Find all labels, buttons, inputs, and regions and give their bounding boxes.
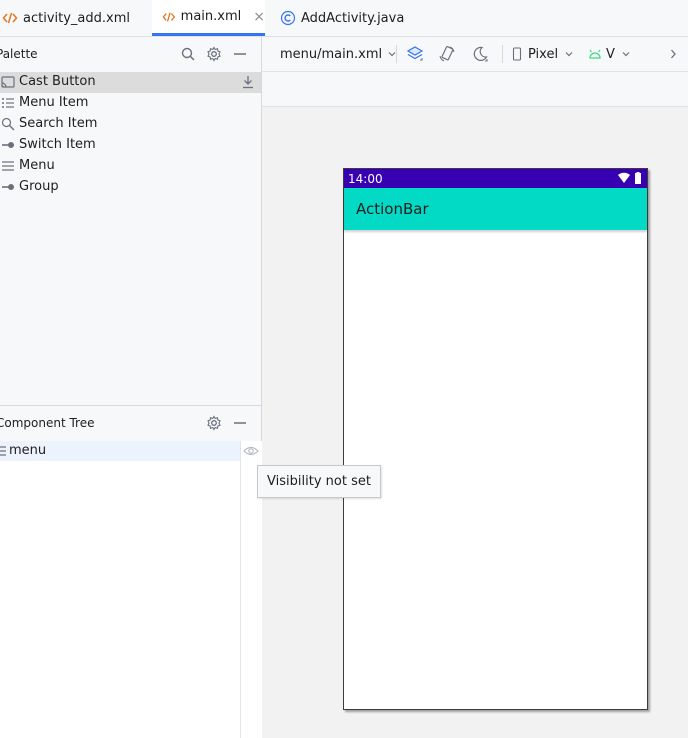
palette-item-label: Switch Item — [19, 137, 96, 152]
switch-item-icon — [2, 142, 14, 148]
palette-item-search-item[interactable]: Search Item — [0, 114, 261, 135]
file-selector[interactable]: menu/main.xml — [280, 37, 397, 71]
toolbar-overflow-button[interactable] — [668, 37, 678, 71]
component-tree: menu — [0, 441, 262, 738]
device-status-bar: 14:00 — [344, 169, 647, 188]
palette-item-group[interactable]: Group — [0, 177, 261, 198]
editor-tab-bar: activity_add.xml main.xml × AddActivity.… — [0, 0, 688, 37]
design-surface-button[interactable] — [406, 37, 424, 71]
component-tree-header: Component Tree — [0, 406, 261, 440]
tab-label: main.xml — [180, 9, 242, 24]
java-class-icon — [280, 10, 296, 26]
palette-item-switch-item[interactable]: Switch Item — [0, 135, 261, 156]
palette-item-label: Menu — [19, 158, 55, 173]
tree-node-menu[interactable]: menu — [0, 441, 240, 461]
tooltip-text: Visibility not set — [267, 474, 371, 489]
moon-icon — [473, 46, 488, 62]
device-selector[interactable]: Pixel — [512, 37, 574, 71]
tab-label: AddActivity.java — [301, 10, 405, 26]
palette-item-label: Cast Button — [19, 74, 96, 89]
xml-icon — [162, 12, 176, 21]
component-tree-title: Component Tree — [0, 416, 95, 430]
orientation-button[interactable] — [438, 37, 456, 71]
night-mode-button[interactable] — [471, 37, 489, 71]
palette-item-menu[interactable]: Menu — [0, 156, 261, 177]
chevron-down-icon — [622, 52, 630, 57]
toolbar-separator — [502, 45, 503, 63]
tab-label: activity_add.xml — [23, 10, 130, 26]
tab-addactivity-java[interactable]: AddActivity.java — [280, 0, 404, 36]
palette-item-cast-button[interactable]: Cast Button — [0, 72, 261, 93]
menu-item-icon — [2, 98, 14, 108]
design-toolbar: menu/main.xml Pixel V — [262, 37, 688, 72]
palette-item-label: Search Item — [19, 116, 98, 131]
android-icon — [589, 49, 601, 59]
xml-icon — [2, 12, 18, 24]
search-icon[interactable] — [180, 46, 196, 62]
menu-icon — [0, 446, 6, 456]
rotate-device-icon — [439, 46, 455, 62]
status-time: 14:00 — [348, 172, 383, 186]
phone-icon — [512, 47, 522, 61]
tab-main-xml[interactable]: main.xml × — [152, 0, 265, 36]
search-item-icon — [1, 117, 15, 131]
download-icon[interactable] — [241, 75, 255, 89]
tree-node-label: menu — [9, 443, 47, 458]
palette-item-label: Group — [19, 179, 59, 194]
palette-header: Palette — [0, 37, 261, 71]
chevron-down-icon — [565, 52, 573, 57]
design-subtoolbar — [262, 72, 688, 107]
gear-icon[interactable] — [206, 415, 222, 431]
menu-icon — [2, 161, 14, 171]
palette-item-menu-item[interactable]: Menu Item — [0, 93, 261, 114]
api-level-selector[interactable]: V — [588, 37, 631, 71]
visibility-tooltip: Visibility not set — [257, 465, 381, 498]
tab-activity-add-xml[interactable]: activity_add.xml — [2, 0, 130, 36]
left-panel: Palette Cast Button Menu Item Search Ite… — [0, 37, 262, 738]
minimize-icon[interactable] — [232, 46, 248, 62]
chevron-right-icon — [671, 49, 676, 59]
palette-title: Palette — [0, 47, 38, 61]
action-bar-title: ActionBar — [356, 200, 429, 218]
cast-icon — [1, 76, 15, 88]
wifi-battery-icon — [618, 172, 641, 184]
action-bar: ActionBar — [344, 188, 647, 230]
toolbar-separator — [396, 45, 397, 63]
api-level-label: V — [606, 46, 615, 62]
minimize-icon[interactable] — [232, 415, 248, 431]
eye-icon[interactable] — [243, 444, 259, 458]
close-icon[interactable]: × — [253, 9, 265, 25]
device-preview[interactable]: 14:00 ActionBar — [343, 168, 648, 710]
palette-item-label: Menu Item — [19, 95, 89, 110]
file-selector-label: menu/main.xml — [280, 46, 383, 62]
palette-list: Cast Button Menu Item Search Item Switch… — [0, 72, 261, 198]
device-selector-label: Pixel — [528, 46, 559, 62]
group-icon — [2, 184, 14, 190]
layers-icon — [406, 46, 424, 61]
gear-icon[interactable] — [206, 46, 222, 62]
